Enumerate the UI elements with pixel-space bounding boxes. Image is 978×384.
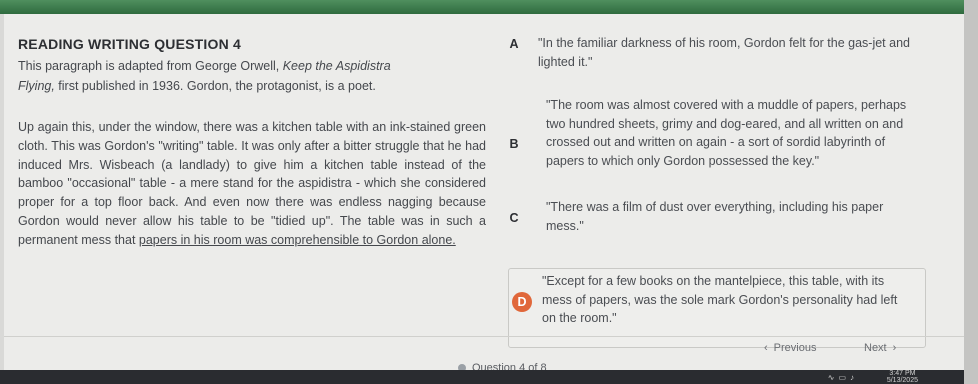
option-a-letter: A <box>509 37 519 51</box>
passage-text: Up again this, under the window, there w… <box>18 118 486 250</box>
option-a[interactable]: A "In the familiar darkness of his room,… <box>504 34 924 71</box>
volume-icon[interactable]: ♪ <box>850 373 858 382</box>
chevron-left-icon: ‹ <box>764 342 768 354</box>
clock[interactable]: 3:47 PM 5/13/2025 <box>887 370 918 384</box>
option-d[interactable]: D "Except for a few books on the mantelp… <box>512 272 922 328</box>
wifi-icon[interactable]: ∿ <box>828 373 839 382</box>
question-footer: Question 4 of 8 ‹ Previous Next › <box>4 336 964 374</box>
footer-divider <box>4 336 964 337</box>
battery-icon[interactable]: ▭ <box>838 373 850 382</box>
intro-text-after: first published in 1936. Gordon, the pro… <box>54 79 376 93</box>
chevron-right-icon: › <box>892 342 897 354</box>
next-label: Next <box>864 342 887 354</box>
option-d-text: "Except for a few books on the mantelpie… <box>542 274 898 325</box>
option-b[interactable]: B "The room was almost covered with a mu… <box>504 96 924 170</box>
option-a-text: "In the familiar darkness of his room, G… <box>538 36 910 69</box>
clock-time: 3:47 PM <box>889 370 916 377</box>
previous-label: Previous <box>773 342 817 354</box>
next-button[interactable]: Next › <box>864 342 896 354</box>
option-b-letter: B <box>509 137 519 151</box>
question-page: READING WRITING QUESTION 4 This paragrap… <box>4 14 964 370</box>
taskbar: ∿▭♪ 3:47 PM 5/13/2025 <box>0 370 978 384</box>
top-accent-bar <box>0 0 978 14</box>
passage-intro: This paragraph is adapted from George Or… <box>18 56 418 96</box>
clock-date: 5/13/2025 <box>886 377 918 384</box>
option-c[interactable]: C "There was a film of dust over everyth… <box>504 198 924 235</box>
option-c-text: "There was a film of dust over everythin… <box>546 200 884 233</box>
option-d-letter: D <box>512 292 532 312</box>
option-b-text: "The room was almost covered with a mudd… <box>546 98 907 168</box>
question-heading: READING WRITING QUESTION 4 <box>18 36 241 52</box>
screen-edge <box>964 0 978 384</box>
tray-icons: ∿▭♪ <box>828 373 858 382</box>
option-c-letter: C <box>509 211 519 225</box>
previous-button[interactable]: ‹ Previous <box>764 342 816 354</box>
passage-main: Up again this, under the window, there w… <box>18 120 486 247</box>
passage-underlined-portion: papers in his room was comprehensible to… <box>138 232 456 247</box>
intro-text-before: This paragraph is adapted from George Or… <box>18 59 283 73</box>
